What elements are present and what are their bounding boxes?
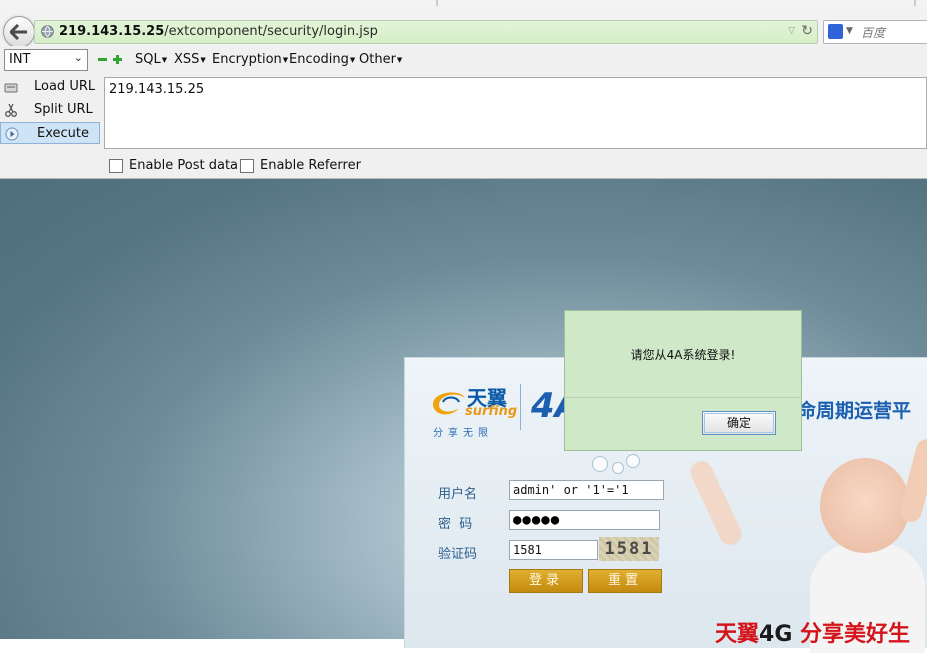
bubble [626, 454, 640, 468]
payload-textarea[interactable]: 219.143.15.25 [104, 77, 927, 149]
menu-encoding[interactable]: Encoding▼ [289, 52, 355, 67]
back-button[interactable] [3, 16, 35, 48]
split-url-label: Split URL [34, 102, 93, 117]
url-host: 219.143.15.25 [59, 24, 165, 39]
caret-down-icon: ▼ [161, 55, 168, 64]
bubble [592, 456, 608, 472]
enable-referrer-checkbox[interactable]: Enable Referrer [240, 158, 361, 173]
url-dropdown-icon[interactable]: ▽ [788, 26, 795, 36]
password-input[interactable]: ●●●●● [509, 510, 660, 530]
scissors-icon [5, 103, 17, 117]
tianyi-logo-icon [433, 392, 465, 415]
baby-arm [687, 457, 745, 549]
enable-post-label: Enable Post data [129, 158, 239, 173]
menu-other[interactable]: Other▼ [359, 52, 402, 67]
back-arrow-icon [10, 24, 27, 40]
slogan-suffix: 分享美好生 [792, 622, 911, 647]
load-url-button[interactable]: Load URL [0, 76, 100, 98]
menu-xss[interactable]: XSS▼ [174, 52, 206, 67]
password-label: 密 码 [438, 517, 473, 532]
username-label: 用户名 [438, 487, 478, 502]
alert-dialog: 请您从4A系统登录! 确定 [564, 310, 802, 451]
dialog-separator [565, 397, 801, 398]
url-bar[interactable]: 219.143.15.25/extcomponent/security/logi… [34, 20, 818, 44]
captcha-input[interactable]: 1581 [509, 540, 598, 560]
execute-label: Execute [37, 126, 89, 141]
search-placeholder: 百度 [861, 26, 886, 40]
int-select[interactable]: INT ⌄ [4, 49, 88, 71]
checkbox-box[interactable] [240, 158, 254, 173]
slogan-prefix: 天翼 [715, 622, 760, 647]
hackbar-toolbar: INT ⌄ SQL▼ XSS▼ Encryption▼ Encoding▼ Ot… [0, 46, 927, 179]
int-select-value: INT [9, 52, 31, 67]
reload-icon[interactable]: ↻ [801, 23, 813, 39]
split-url-button[interactable]: Split URL [0, 99, 100, 121]
captcha-image[interactable]: 1581 [599, 537, 659, 561]
menu-encryption[interactable]: Encryption▼ [212, 52, 288, 67]
enable-referrer-label: Enable Referrer [260, 158, 361, 173]
alert-message: 请您从4A系统登录! [630, 348, 736, 362]
plus-icon[interactable] [113, 55, 122, 64]
page-background: 天翼 surfing 分享无限 4A 命周期运营平 用户名 admin' or … [0, 179, 927, 653]
slogan-4g: 4G [759, 622, 793, 647]
menu-sql[interactable]: SQL▼ [135, 52, 167, 67]
caret-down-icon: ▼ [349, 55, 356, 64]
menu-encoding-label: Encoding [289, 52, 349, 67]
execute-button[interactable]: Execute [0, 122, 100, 144]
ok-button[interactable]: 确定 [702, 411, 776, 435]
logo-english: surfing [465, 404, 518, 419]
banner-slogan: 天翼4G 分享美好生 [715, 616, 910, 648]
login-button[interactable]: 登录 [509, 569, 583, 593]
load-url-label: Load URL [34, 79, 96, 94]
baby-head [820, 458, 910, 553]
menu-encryption-label: Encryption [212, 52, 282, 67]
password-dots: ●●●●● [513, 512, 561, 528]
search-bar[interactable]: ▼ 百度 [823, 20, 927, 44]
platform-title: 命周期运营平 [797, 400, 912, 422]
logo-divider [520, 384, 521, 430]
load-url-icon [4, 83, 18, 93]
navigation-bar: 219.143.15.25/extcomponent/security/logi… [0, 6, 927, 48]
logo-slogan: 分享无限 [433, 428, 493, 439]
menu-sql-label: SQL [135, 52, 161, 67]
caret-down-icon: ▼ [396, 55, 403, 64]
captcha-label: 验证码 [438, 547, 478, 562]
checkbox-box[interactable] [109, 158, 123, 173]
caret-down-icon: ▼ [282, 55, 289, 64]
enable-post-checkbox[interactable]: Enable Post data [109, 158, 238, 173]
payload-text: 219.143.15.25 [109, 82, 205, 97]
decorative-bubbles [590, 450, 670, 476]
username-input[interactable]: admin' or '1'='1 [509, 480, 664, 500]
chevron-down-icon: ⌄ [73, 51, 83, 64]
caret-down-icon: ▼ [200, 55, 206, 64]
minus-icon[interactable] [98, 58, 107, 61]
baidu-icon[interactable] [828, 24, 843, 39]
menu-xss-label: XSS [174, 52, 200, 67]
search-engine-dropdown-icon[interactable]: ▼ [846, 26, 853, 36]
reset-button[interactable]: 重置 [588, 569, 662, 593]
play-icon [5, 127, 19, 141]
bubble [612, 462, 624, 474]
globe-icon [41, 25, 54, 38]
url-path: /extcomponent/security/login.jsp [164, 24, 378, 39]
menu-other-label: Other [359, 52, 396, 67]
url-text: 219.143.15.25/extcomponent/security/logi… [59, 24, 378, 39]
